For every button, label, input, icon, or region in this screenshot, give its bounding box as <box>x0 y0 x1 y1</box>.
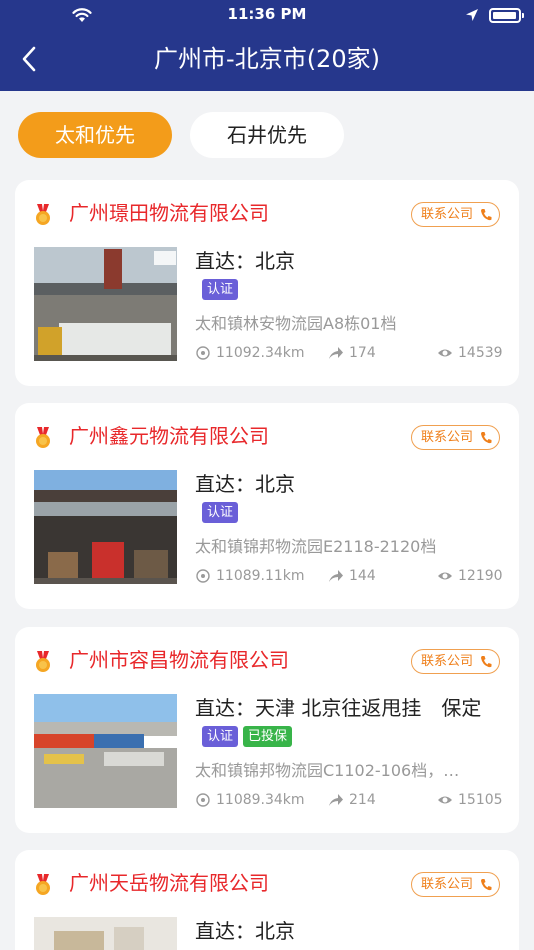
distance-value: 11089.34km <box>216 792 305 808</box>
phone-icon <box>481 432 492 444</box>
insured-badge: 已投保 <box>243 726 293 747</box>
company-card[interactable]: 广州天岳物流有限公司 联系公司 直达：北京 <box>15 850 519 950</box>
badge-group: 认证 已投保 <box>202 726 297 747</box>
stats-row: 11089.34km 214 15105 <box>195 789 505 811</box>
distance-value: 11092.34km <box>216 345 305 361</box>
contact-company-button[interactable]: 联系公司 <box>411 649 500 674</box>
route-text: 直达：北京 <box>195 472 295 496</box>
company-name[interactable]: 广州天岳物流有限公司 <box>69 868 269 898</box>
eye-icon <box>438 349 452 357</box>
company-address: 太和镇锦邦物流园E2118-2120档 <box>195 537 437 556</box>
contact-company-button[interactable]: 联系公司 <box>411 425 500 450</box>
route-text: 直达：天津 北京往返甩挂 保定 <box>195 696 482 720</box>
battery-icon <box>489 8 524 23</box>
nav-header: 11:36 PM 广州市-北京市(20家) <box>0 0 534 91</box>
tab-taihe-priority[interactable]: 太和优先 <box>18 112 172 158</box>
certified-badge: 认证 <box>202 279 239 300</box>
location-target-icon <box>196 346 210 360</box>
company-photo[interactable] <box>34 917 177 950</box>
status-time: 11:36 PM <box>227 5 307 23</box>
company-address: 太和镇锦邦物流园C1102-106档，… <box>195 761 460 780</box>
phone-icon <box>481 209 492 221</box>
contact-label: 联系公司 <box>421 207 474 222</box>
company-card[interactable]: 广州鑫元物流有限公司 联系公司 直达：北京 认证 太和镇锦邦物流园E2118-2… <box>15 403 519 609</box>
eye-icon <box>438 796 452 804</box>
stats-row: 11092.34km 174 14539 <box>195 342 505 364</box>
badge-group: 认证 <box>202 279 243 300</box>
stats-row: 11089.11km 144 12190 <box>195 565 505 587</box>
share-arrow-icon <box>329 347 343 359</box>
medal-icon <box>36 874 50 895</box>
contact-company-button[interactable]: 联系公司 <box>411 872 500 897</box>
contact-label: 联系公司 <box>421 654 474 669</box>
share-count: 144 <box>349 568 376 584</box>
contact-label: 联系公司 <box>421 877 474 892</box>
share-count: 174 <box>349 345 376 361</box>
share-count: 214 <box>349 792 376 808</box>
company-address: 太和镇林安物流园A8栋01档 <box>195 314 397 333</box>
share-arrow-icon <box>329 570 343 582</box>
location-target-icon <box>196 793 210 807</box>
route-text: 直达：北京 <box>195 249 295 273</box>
tab-shijing-priority[interactable]: 石井优先 <box>190 112 344 158</box>
eye-icon <box>438 572 452 580</box>
view-count: 14539 <box>458 345 503 361</box>
route-text: 直达：北京 <box>195 919 295 943</box>
location-arrow-icon <box>466 9 478 21</box>
company-photo[interactable] <box>34 694 177 808</box>
share-arrow-icon <box>329 794 343 806</box>
distance-value: 11089.11km <box>216 568 305 584</box>
phone-icon <box>481 879 492 891</box>
page-title: 广州市-北京市(20家) <box>154 45 380 73</box>
contact-label: 联系公司 <box>421 430 474 445</box>
company-photo[interactable] <box>34 470 177 584</box>
status-bar: 11:36 PM <box>0 0 534 30</box>
medal-icon <box>36 651 50 672</box>
company-name[interactable]: 广州鑫元物流有限公司 <box>69 421 269 451</box>
company-name[interactable]: 广州市容昌物流有限公司 <box>69 645 289 675</box>
company-name[interactable]: 广州璟田物流有限公司 <box>69 198 269 228</box>
contact-company-button[interactable]: 联系公司 <box>411 202 500 227</box>
medal-icon <box>36 427 50 448</box>
view-count: 15105 <box>458 792 503 808</box>
location-target-icon <box>196 569 210 583</box>
view-count: 12190 <box>458 568 503 584</box>
medal-icon <box>36 204 50 225</box>
company-card[interactable]: 广州璟田物流有限公司 联系公司 直达：北京 认证 太和镇林安物流园A8栋01档 … <box>15 180 519 386</box>
phone-icon <box>481 656 492 668</box>
certified-badge: 认证 <box>202 502 239 523</box>
badge-group: 认证 <box>202 502 243 523</box>
company-photo[interactable] <box>34 247 177 361</box>
certified-badge: 认证 <box>202 726 239 747</box>
company-card[interactable]: 广州市容昌物流有限公司 联系公司 直达：天津 北京往返甩挂 保定 认证 已投保 太… <box>15 627 519 833</box>
